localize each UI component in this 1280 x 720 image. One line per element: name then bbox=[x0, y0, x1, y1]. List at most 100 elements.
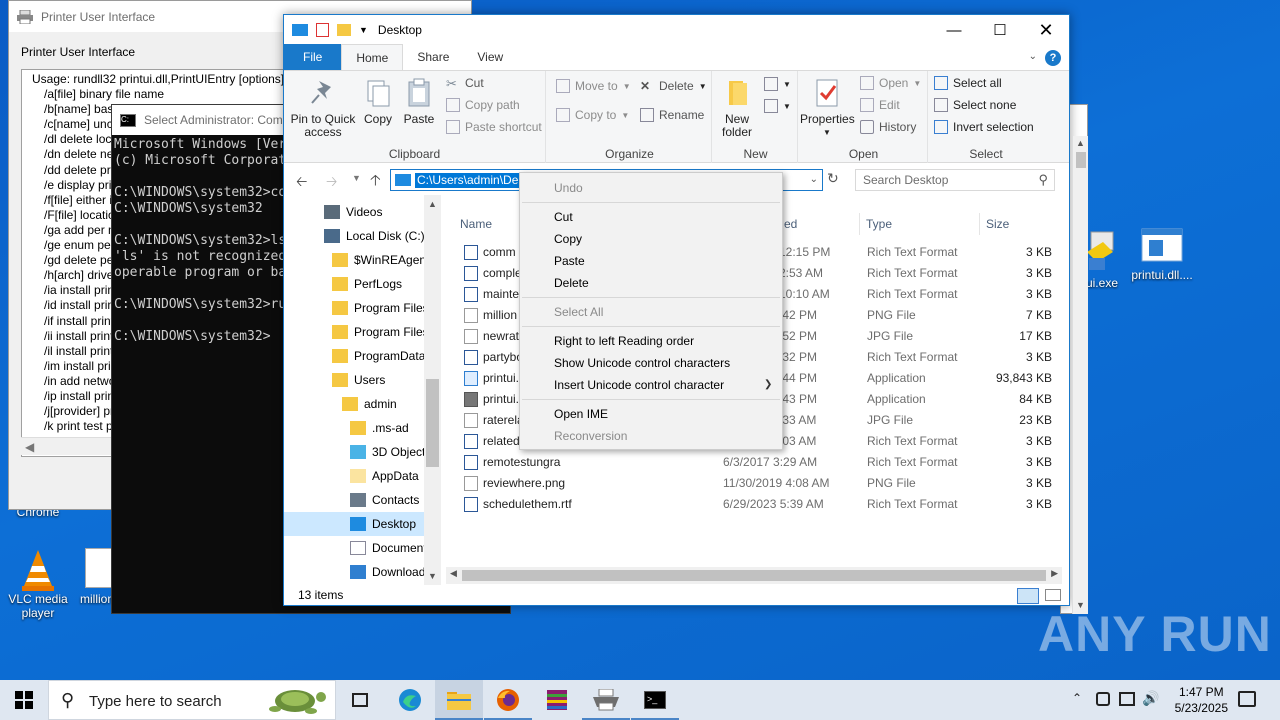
scroll-down-icon[interactable]: ▼ bbox=[428, 571, 437, 581]
address-dropdown-icon[interactable]: ⌄ bbox=[810, 174, 818, 185]
tab-file[interactable]: File bbox=[284, 44, 342, 70]
properties-button[interactable]: Properties ▼ bbox=[800, 77, 855, 139]
nav-item[interactable]: .ms-ad bbox=[350, 416, 409, 440]
menu-item-cut[interactable]: Cut bbox=[520, 206, 782, 228]
file-row[interactable]: remotestungra 6/3/2017 3:29 AM Rich Text F… bbox=[442, 452, 1062, 473]
help-icon[interactable]: ? bbox=[1045, 50, 1061, 66]
column-name[interactable]: Name bbox=[460, 217, 492, 231]
menu-item-show-unicode-control-characters[interactable]: Show Unicode control characters bbox=[520, 352, 782, 374]
hscroll-thumb[interactable] bbox=[462, 570, 1046, 581]
outer-scroll-thumb[interactable] bbox=[1076, 152, 1086, 168]
paste-button[interactable]: Paste bbox=[400, 77, 438, 126]
nav-scroll-thumb[interactable] bbox=[426, 379, 439, 467]
scroll-up-icon[interactable]: ▲ bbox=[1076, 138, 1085, 148]
history-button[interactable]: History bbox=[860, 120, 916, 134]
invert-selection-button[interactable]: Invert selection bbox=[934, 120, 1034, 134]
desktop-icon-vlc[interactable]: VLC media player bbox=[0, 548, 76, 620]
menu-item-right-to-left-reading-order[interactable]: Right to left Reading order bbox=[520, 330, 782, 352]
nav-item[interactable]: Program Files bbox=[332, 320, 429, 344]
menu-item-open-ime[interactable]: Open IME bbox=[520, 403, 782, 425]
up-arrow-icon[interactable]: 🡡 bbox=[370, 170, 381, 195]
delete-button[interactable]: ✕ Delete ▼ bbox=[640, 79, 707, 93]
menu-item-insert-unicode-control-character[interactable]: Insert Unicode control character bbox=[520, 374, 782, 396]
column-size[interactable]: Size bbox=[986, 217, 1009, 231]
recent-locations-icon[interactable]: ▼ bbox=[352, 173, 361, 183]
open-button[interactable]: Open ▼ bbox=[860, 76, 921, 90]
address-text-selected[interactable]: C:\Users\admin\De bbox=[415, 173, 521, 188]
taskbar-edge[interactable] bbox=[386, 680, 434, 720]
outer-vscrollbar[interactable]: ▲ ▼ bbox=[1072, 136, 1088, 614]
nav-item[interactable]: $WinREAgent bbox=[332, 248, 429, 272]
notifications-icon[interactable] bbox=[1238, 691, 1256, 707]
minimize-button[interactable]: — bbox=[931, 15, 977, 45]
copy-to-button[interactable]: Copy to ▼ bbox=[556, 108, 629, 122]
scroll-left-icon[interactable]: ◀ bbox=[450, 568, 457, 579]
new-folder-button[interactable]: New folder bbox=[714, 77, 760, 139]
volume-icon[interactable]: 🔊 bbox=[1142, 690, 1159, 707]
nav-item[interactable]: Users bbox=[332, 368, 385, 392]
nav-item[interactable]: Desktop bbox=[284, 512, 424, 536]
taskbar-cmd[interactable]: >_ bbox=[631, 680, 679, 720]
chevron-down-icon[interactable]: ⌄ bbox=[1029, 51, 1037, 62]
easy-access-button[interactable]: ▼ bbox=[764, 99, 791, 113]
nav-item[interactable]: admin bbox=[342, 392, 397, 416]
nav-item[interactable]: Videos bbox=[324, 200, 382, 224]
pin-quick-access-button[interactable]: Pin to Quick access bbox=[288, 77, 358, 139]
column-type[interactable]: Type bbox=[866, 217, 892, 231]
new-item-button[interactable]: ▼ bbox=[764, 77, 791, 91]
nav-item[interactable]: ProgramData bbox=[332, 344, 425, 368]
close-button[interactable]: ✕ bbox=[1023, 15, 1069, 45]
file-list-hscrollbar[interactable]: ◀ ▶ bbox=[446, 567, 1062, 584]
details-view-icon[interactable] bbox=[1017, 588, 1039, 604]
taskbar-firefox[interactable] bbox=[484, 680, 532, 720]
edit-button[interactable]: Edit bbox=[860, 98, 900, 112]
menu-item-copy[interactable]: Copy bbox=[520, 228, 782, 250]
nav-item[interactable]: PerfLogs bbox=[332, 272, 402, 296]
nav-item[interactable]: Local Disk (C:) bbox=[324, 224, 425, 248]
nav-item[interactable]: AppData bbox=[350, 464, 419, 488]
menu-item-select-all[interactable]: Select All bbox=[520, 301, 782, 323]
menu-item-undo[interactable]: Undo bbox=[520, 177, 782, 199]
taskbar-winrar[interactable] bbox=[533, 680, 581, 720]
cut-button[interactable]: ✂ Cut bbox=[446, 76, 484, 91]
select-all-button[interactable]: Select all bbox=[934, 76, 1002, 90]
taskbar-printer-ui[interactable] bbox=[582, 680, 630, 720]
properties-quick-icon[interactable] bbox=[316, 23, 329, 37]
menu-item-reconversion[interactable]: Reconversion bbox=[520, 425, 782, 447]
forward-arrow-icon[interactable]: 🡢 bbox=[326, 171, 337, 195]
scroll-right-icon[interactable]: ▶ bbox=[1051, 568, 1058, 579]
tab-share[interactable]: Share bbox=[403, 44, 463, 70]
paste-shortcut-button[interactable]: Paste shortcut bbox=[446, 120, 542, 134]
back-arrow-icon[interactable]: 🡠 bbox=[296, 171, 307, 195]
copy-path-button[interactable]: Copy path bbox=[446, 98, 520, 112]
nav-item[interactable]: Documents bbox=[350, 536, 433, 560]
nav-item[interactable]: Contacts bbox=[350, 488, 419, 512]
copy-button[interactable]: Copy bbox=[360, 77, 396, 126]
rename-button[interactable]: Rename bbox=[640, 108, 704, 122]
desktop-icon-printui-dll[interactable]: printui.dll.... bbox=[1124, 228, 1200, 282]
menu-item-delete[interactable]: Delete bbox=[520, 272, 782, 294]
menu-item-paste[interactable]: Paste bbox=[520, 250, 782, 272]
large-icons-view-icon[interactable] bbox=[1045, 589, 1061, 601]
tray-network-icon[interactable] bbox=[1119, 692, 1135, 706]
tray-network-icon-1[interactable] bbox=[1096, 692, 1110, 706]
taskbar-file-explorer[interactable] bbox=[435, 680, 483, 720]
search-input[interactable]: Search Desktop ⚲ bbox=[855, 169, 1055, 191]
refresh-icon[interactable]: ↻ bbox=[827, 170, 839, 187]
chevron-down-icon[interactable]: ▼ bbox=[359, 25, 368, 35]
tray-chevron-up-icon[interactable]: ⌃ bbox=[1072, 691, 1082, 705]
clock[interactable]: 1:47 PM 5/23/2025 bbox=[1175, 684, 1228, 716]
nav-item[interactable]: Program Files bbox=[332, 296, 429, 320]
maximize-button[interactable]: ☐ bbox=[977, 15, 1023, 45]
file-row[interactable]: schedulethem.rtf 6/29/2023 5:39 AM Rich Te… bbox=[442, 494, 1062, 515]
start-button[interactable] bbox=[0, 680, 48, 720]
nav-item[interactable]: Downloads bbox=[350, 560, 431, 584]
taskbar-search-box[interactable]: ⚲ Type here to search bbox=[48, 680, 336, 720]
move-to-button[interactable]: Move to ▼ bbox=[556, 79, 631, 93]
task-view-button[interactable] bbox=[336, 680, 384, 720]
tab-view[interactable]: View bbox=[463, 44, 517, 70]
tab-home[interactable]: Home bbox=[341, 44, 404, 70]
file-row[interactable]: reviewhere.png 11/30/2019 4:08 AM PNG File… bbox=[442, 473, 1062, 494]
nav-scrollbar[interactable]: ▲ ▼ bbox=[424, 195, 441, 585]
explorer-titlebar[interactable]: ▼ Desktop — ☐ ✕ bbox=[284, 15, 1069, 45]
